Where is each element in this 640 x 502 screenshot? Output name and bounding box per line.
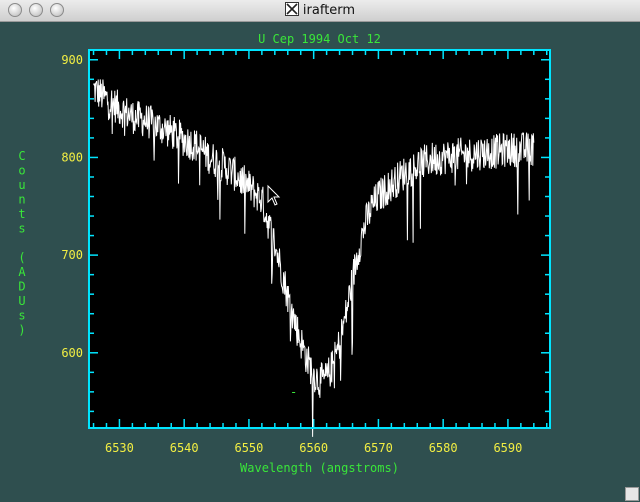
- irafterm-window: irafterm 600 700 800 900 6530 6540 6550 6560 65…: [0, 0, 640, 502]
- plot-area: [89, 50, 550, 428]
- x-tick-label: 6540: [170, 441, 199, 455]
- x-tick-label: 6550: [234, 441, 263, 455]
- y-tick-labels: 600 700 800 900: [61, 53, 83, 360]
- x-tick-label: 6590: [493, 441, 522, 455]
- y-tick-label: 800: [61, 150, 83, 164]
- y-axis-label: Counts (A D Us): [18, 149, 26, 337]
- x-tick-label: 6580: [429, 441, 458, 455]
- x-tick-label: 6530: [105, 441, 134, 455]
- y-tick-label: 900: [61, 53, 83, 67]
- chart-title: U Cep 1994 Oct 12: [258, 32, 381, 46]
- x-axis-label: Wavelength (angstroms): [240, 461, 399, 475]
- plot-annotation: -: [290, 385, 297, 399]
- x-tick-label: 6570: [364, 441, 393, 455]
- spectrum-chart: 600 700 800 900 6530 6540 6550 6560 6570 6580 659…: [18, 32, 551, 475]
- x-tick-label: 6560: [299, 441, 328, 455]
- resize-grip-icon[interactable]: [625, 487, 639, 501]
- x-tick-labels: 6530 6540 6550 6560 6570 6580 6590: [105, 441, 522, 455]
- y-tick-label: 600: [61, 346, 83, 360]
- y-tick-label: 700: [61, 248, 83, 262]
